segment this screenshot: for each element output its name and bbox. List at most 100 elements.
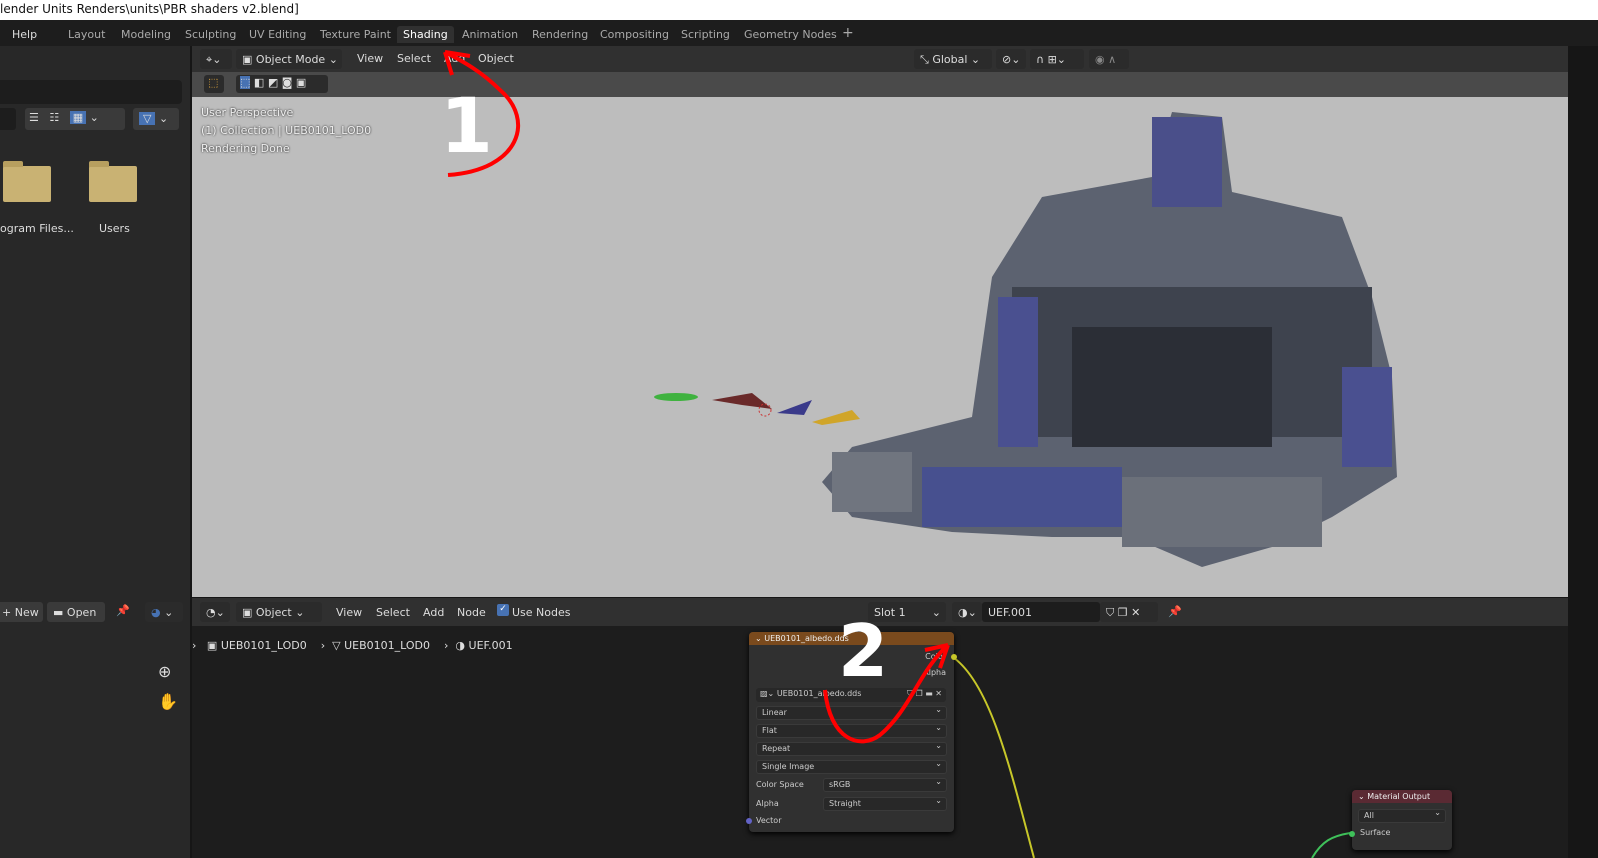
- color-space-dropdown[interactable]: sRGB: [823, 777, 947, 792]
- color-space-label: Color Space: [756, 780, 804, 789]
- factory-building: [822, 112, 1397, 567]
- output-alpha: Alpha: [923, 668, 946, 677]
- display-mode-buttons[interactable]: ☰ ☷ ▦ ⌄: [25, 108, 125, 130]
- material-sphere-icon: ◑: [958, 606, 968, 619]
- pivot-dropdown[interactable]: ⊘⌄: [996, 49, 1026, 69]
- editor-type-button[interactable]: ⌖⌄: [200, 49, 232, 69]
- view-menu[interactable]: View: [357, 52, 383, 65]
- scene-render: [654, 112, 1397, 567]
- folder-icon: ▬: [53, 606, 64, 619]
- falloff-icon[interactable]: ∧: [1108, 53, 1116, 66]
- select-menu[interactable]: Select: [397, 52, 431, 65]
- pin-icon[interactable]: 📌: [1168, 605, 1182, 618]
- viewport-toolbar: ⬚ ⬚ ◧ ◩ ◙ ▣: [192, 72, 1568, 97]
- view-menu[interactable]: View: [336, 606, 362, 619]
- small-units: [654, 393, 860, 425]
- object-menu[interactable]: Object: [478, 52, 514, 65]
- proportional-icon[interactable]: ◉: [1095, 53, 1105, 66]
- surface-socket[interactable]: [1349, 831, 1355, 837]
- image-icon: ▨⌄: [760, 689, 775, 698]
- fake-user-shield-icon[interactable]: ⛉: [1106, 606, 1114, 619]
- filter-button[interactable]: ▽ ⌄: [133, 108, 179, 130]
- tab-sculpting[interactable]: Sculpting: [179, 26, 242, 43]
- select-invert-icon[interactable]: ◙: [282, 76, 293, 89]
- window-title: lender Units Renders\units\PBR shaders v…: [0, 0, 1598, 20]
- file-browser: ☰ ☷ ▦ ⌄ ▽ ⌄ ogram Files... Users: [0, 46, 190, 598]
- alpha-label: Alpha: [756, 799, 779, 808]
- select-menu[interactable]: Select: [376, 606, 410, 619]
- input-vector: Vector: [756, 816, 782, 825]
- material-name-field[interactable]: UEF.001: [982, 602, 1100, 622]
- vector-socket[interactable]: [746, 818, 752, 824]
- workspace-bar: Help Layout Modeling Sculpting UV Editin…: [0, 20, 1598, 46]
- tab-texture-paint[interactable]: Texture Paint: [314, 26, 397, 43]
- tab-layout[interactable]: Layout: [62, 26, 111, 43]
- window-edge: [1568, 46, 1598, 858]
- add-menu[interactable]: Add: [444, 52, 465, 65]
- select-extend-icon[interactable]: ◧: [254, 76, 264, 89]
- unlink-x-icon[interactable]: ✕: [1131, 606, 1140, 619]
- annotation-number-2: 2: [838, 609, 889, 693]
- snap-increment-icon[interactable]: ⊞: [1048, 53, 1057, 66]
- add-workspace-button[interactable]: +: [836, 23, 860, 43]
- hand-pan-icon[interactable]: ✋: [158, 692, 178, 711]
- editor-type-button[interactable]: ◔⌄: [200, 602, 230, 622]
- node-header[interactable]: ⌄ Material Output: [1352, 790, 1452, 803]
- alpha-dropdown[interactable]: Straight: [823, 796, 947, 811]
- duplicate-icon[interactable]: ❐: [1118, 606, 1128, 619]
- tab-modeling[interactable]: Modeling: [115, 26, 177, 43]
- input-surface: Surface: [1360, 828, 1391, 837]
- folder-label[interactable]: Users: [99, 222, 130, 235]
- material-output-node[interactable]: ⌄ Material Output All Surface: [1349, 790, 1452, 850]
- open-button[interactable]: ▬ Open: [47, 602, 105, 622]
- shader-type-dropdown[interactable]: ▣ Object ⌄: [236, 602, 322, 622]
- node-menu[interactable]: Node: [457, 606, 486, 619]
- orientation-dropdown[interactable]: ⤡ Global ⌄: [914, 49, 992, 69]
- help-menu[interactable]: Help: [6, 26, 43, 43]
- mode-dropdown[interactable]: ▣ Object Mode ⌄: [236, 49, 342, 69]
- use-nodes-checkbox[interactable]: ✓: [497, 604, 509, 616]
- browse-type-dropdown[interactable]: ◕ ⌄: [145, 602, 183, 622]
- select-mode-buttons[interactable]: ⬚ ◧ ◩ ◙ ▣: [236, 75, 328, 93]
- shader-editor-icon: ◔: [206, 606, 216, 619]
- projection-dropdown[interactable]: Flat: [756, 723, 947, 738]
- folder-icon[interactable]: [3, 161, 51, 202]
- proportional-edit[interactable]: ◉ ∧: [1089, 49, 1129, 69]
- select-new-icon[interactable]: ⬚: [240, 76, 251, 89]
- select-tool-icon[interactable]: ⬚: [204, 75, 224, 93]
- snap-controls[interactable]: ∩ ⊞⌄: [1030, 49, 1084, 69]
- tab-scripting[interactable]: Scripting: [675, 26, 736, 43]
- add-menu[interactable]: Add: [423, 606, 444, 619]
- zoom-icon[interactable]: ⊕: [158, 662, 171, 681]
- grid-view-icon[interactable]: ▦: [69, 111, 87, 124]
- folder-icon[interactable]: [89, 161, 137, 202]
- material-browse-button[interactable]: ◑⌄: [952, 602, 982, 622]
- new-button[interactable]: + New: [0, 602, 43, 622]
- interpolation-dropdown[interactable]: Linear: [756, 705, 947, 720]
- folder-label[interactable]: ogram Files...: [0, 222, 74, 235]
- use-nodes-label: Use Nodes: [512, 606, 571, 619]
- pin-icon[interactable]: 📌: [116, 604, 130, 617]
- object-mode-icon: ▣: [242, 53, 253, 66]
- source-dropdown[interactable]: Single Image: [756, 759, 947, 774]
- image-actions[interactable]: ⛉ ❐ ▬ ✕: [907, 689, 942, 699]
- color-socket[interactable]: [951, 654, 957, 660]
- extension-dropdown[interactable]: Repeat: [756, 741, 947, 756]
- material-browse-icon: ◕: [151, 606, 161, 619]
- tab-uv-editing[interactable]: UV Editing: [243, 26, 312, 43]
- list-view-icon[interactable]: ☰: [29, 111, 39, 124]
- tab-geometry-nodes[interactable]: Geometry Nodes: [738, 26, 843, 43]
- tab-animation[interactable]: Animation: [456, 26, 524, 43]
- search-field[interactable]: [0, 108, 16, 130]
- tab-compositing[interactable]: Compositing: [594, 26, 675, 43]
- material-actions[interactable]: ⛉ ❐ ✕: [1100, 602, 1158, 622]
- path-field[interactable]: [0, 80, 182, 104]
- 3d-viewport[interactable]: User Perspective (1) Collection | UEB010…: [192, 97, 1568, 597]
- thumbs-view-icon[interactable]: ☷: [49, 111, 59, 124]
- select-subtract-icon[interactable]: ◩: [268, 76, 278, 89]
- magnet-icon[interactable]: ∩: [1036, 53, 1044, 66]
- select-intersect-icon[interactable]: ▣: [296, 76, 306, 89]
- target-dropdown[interactable]: All: [1358, 808, 1446, 823]
- tab-shading[interactable]: Shading: [397, 26, 454, 43]
- tab-rendering[interactable]: Rendering: [526, 26, 594, 43]
